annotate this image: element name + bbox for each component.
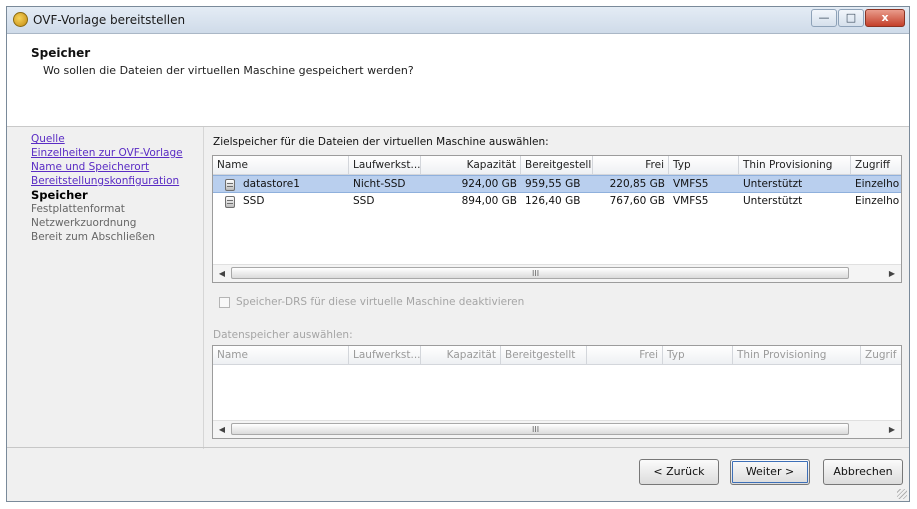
row-access: Einzelho bbox=[855, 178, 900, 190]
scroll-right-icon: ▶ bbox=[888, 425, 896, 434]
disable-drs-checkbox[interactable] bbox=[219, 297, 230, 308]
horizontal-scrollbar[interactable]: ◀ III ▶ bbox=[213, 264, 901, 282]
table-header: Name Laufwerkst... Kapazität Bereitgeste… bbox=[213, 346, 901, 365]
scroll-right-icon[interactable]: ▶ bbox=[885, 267, 899, 281]
step-disk-format: Festplattenformat bbox=[31, 203, 125, 215]
column-type: Typ bbox=[663, 346, 733, 364]
step-ready-to-complete: Bereit zum Abschließen bbox=[31, 231, 156, 243]
table-row[interactable]: datastore1 Nicht-SSD 924,00 GB 959,55 GB… bbox=[213, 175, 901, 193]
datastore-icon bbox=[225, 196, 235, 208]
step-deployment-config[interactable]: Bereitstellungskonfiguration bbox=[31, 174, 211, 188]
column-free[interactable]: Frei bbox=[593, 156, 669, 174]
wizard-steps: Quelle Einzelheiten zur OVF-Vorlage Name… bbox=[31, 132, 211, 244]
maximize-button[interactable]: □ bbox=[838, 9, 864, 27]
datastore-select-label: Datenspeicher auswählen: bbox=[213, 329, 353, 341]
column-type[interactable]: Typ bbox=[669, 156, 739, 174]
minimize-button[interactable]: — bbox=[811, 9, 837, 27]
row-drive-type: Nicht-SSD bbox=[353, 178, 406, 190]
row-free: 220,85 GB bbox=[609, 178, 665, 190]
window-title: OVF-Vorlage bereitstellen bbox=[33, 13, 186, 27]
nav-divider bbox=[203, 127, 204, 449]
row-free: 767,60 GB bbox=[609, 195, 665, 207]
column-free: Frei bbox=[587, 346, 663, 364]
column-access[interactable]: Zugriff bbox=[851, 156, 901, 174]
column-provisioned[interactable]: Bereitgestell bbox=[521, 156, 593, 174]
row-thin: Unterstützt bbox=[743, 195, 803, 207]
step-ovf-details[interactable]: Einzelheiten zur OVF-Vorlage bbox=[31, 146, 211, 160]
scroll-left-icon[interactable]: ◀ bbox=[215, 267, 229, 281]
column-name: Name bbox=[213, 346, 349, 364]
table-row[interactable]: SSD SSD 894,00 GB 126,40 GB 767,60 GB VM… bbox=[213, 193, 901, 211]
scroll-grip: III bbox=[532, 269, 540, 278]
next-button[interactable]: Weiter > bbox=[730, 459, 810, 485]
row-capacity: 894,00 GB bbox=[461, 195, 517, 207]
title-bar[interactable]: OVF-Vorlage bereitstellen — □ x bbox=[7, 7, 909, 34]
scroll-grip: III bbox=[532, 425, 540, 434]
column-provisioned: Bereitgestellt bbox=[501, 346, 587, 364]
column-drive-type: Laufwerkst... bbox=[349, 346, 421, 364]
column-thin-provisioning[interactable]: Thin Provisioning bbox=[739, 156, 851, 174]
page-title: Speicher bbox=[31, 46, 91, 60]
step-storage: Speicher bbox=[31, 188, 88, 202]
row-capacity: 924,00 GB bbox=[461, 178, 517, 190]
row-type: VMFS5 bbox=[673, 178, 709, 190]
scroll-left-icon: ◀ bbox=[218, 425, 226, 434]
back-button[interactable]: < Zurück bbox=[639, 459, 719, 485]
cancel-button[interactable]: Abbrechen bbox=[823, 459, 903, 485]
table-header: Name Laufwerkst... Kapazität Bereitgeste… bbox=[213, 156, 901, 175]
row-access: Einzelho bbox=[855, 195, 900, 207]
row-thin: Unterstützt bbox=[743, 178, 803, 190]
row-name: SSD bbox=[243, 195, 265, 207]
column-thin-provisioning: Thin Provisioning bbox=[733, 346, 861, 364]
page-subtitle: Wo sollen die Dateien der virtuellen Mas… bbox=[43, 64, 414, 77]
row-provisioned: 126,40 GB bbox=[525, 195, 581, 207]
datastore-select-table: Name Laufwerkst... Kapazität Bereitgeste… bbox=[212, 345, 902, 439]
dialog-window: OVF-Vorlage bereitstellen — □ x Speicher… bbox=[6, 6, 910, 502]
row-type: VMFS5 bbox=[673, 195, 709, 207]
column-access: Zugrif bbox=[865, 349, 897, 361]
app-icon bbox=[13, 12, 28, 27]
column-capacity: Kapazität bbox=[421, 346, 501, 364]
target-storage-label: Zielspeicher für die Dateien der virtuel… bbox=[213, 136, 549, 148]
scroll-thumb: III bbox=[231, 423, 849, 435]
footer-divider bbox=[7, 447, 909, 448]
step-name-location[interactable]: Name und Speicherort bbox=[31, 160, 211, 174]
wizard-header: Speicher Wo sollen die Dateien der virtu… bbox=[7, 34, 909, 127]
resize-grip[interactable] bbox=[897, 489, 907, 499]
horizontal-scrollbar: ◀ III ▶ bbox=[213, 420, 901, 438]
step-network-mapping: Netzwerkzuordnung bbox=[31, 217, 137, 229]
row-name: datastore1 bbox=[243, 178, 300, 190]
step-source[interactable]: Quelle bbox=[31, 132, 211, 146]
disable-drs-label: Speicher-DRS für diese virtuelle Maschin… bbox=[236, 296, 525, 308]
datastore-icon bbox=[225, 179, 235, 191]
row-provisioned: 959,55 GB bbox=[525, 178, 581, 190]
column-drive-type[interactable]: Laufwerkst... bbox=[349, 156, 421, 174]
column-name[interactable]: Name bbox=[213, 156, 349, 174]
scroll-thumb[interactable]: III bbox=[231, 267, 849, 279]
datastore-table[interactable]: Name Laufwerkst... Kapazität Bereitgeste… bbox=[212, 155, 902, 283]
row-drive-type: SSD bbox=[353, 195, 375, 207]
close-button[interactable]: x bbox=[865, 9, 905, 27]
column-capacity[interactable]: Kapazität bbox=[421, 156, 521, 174]
